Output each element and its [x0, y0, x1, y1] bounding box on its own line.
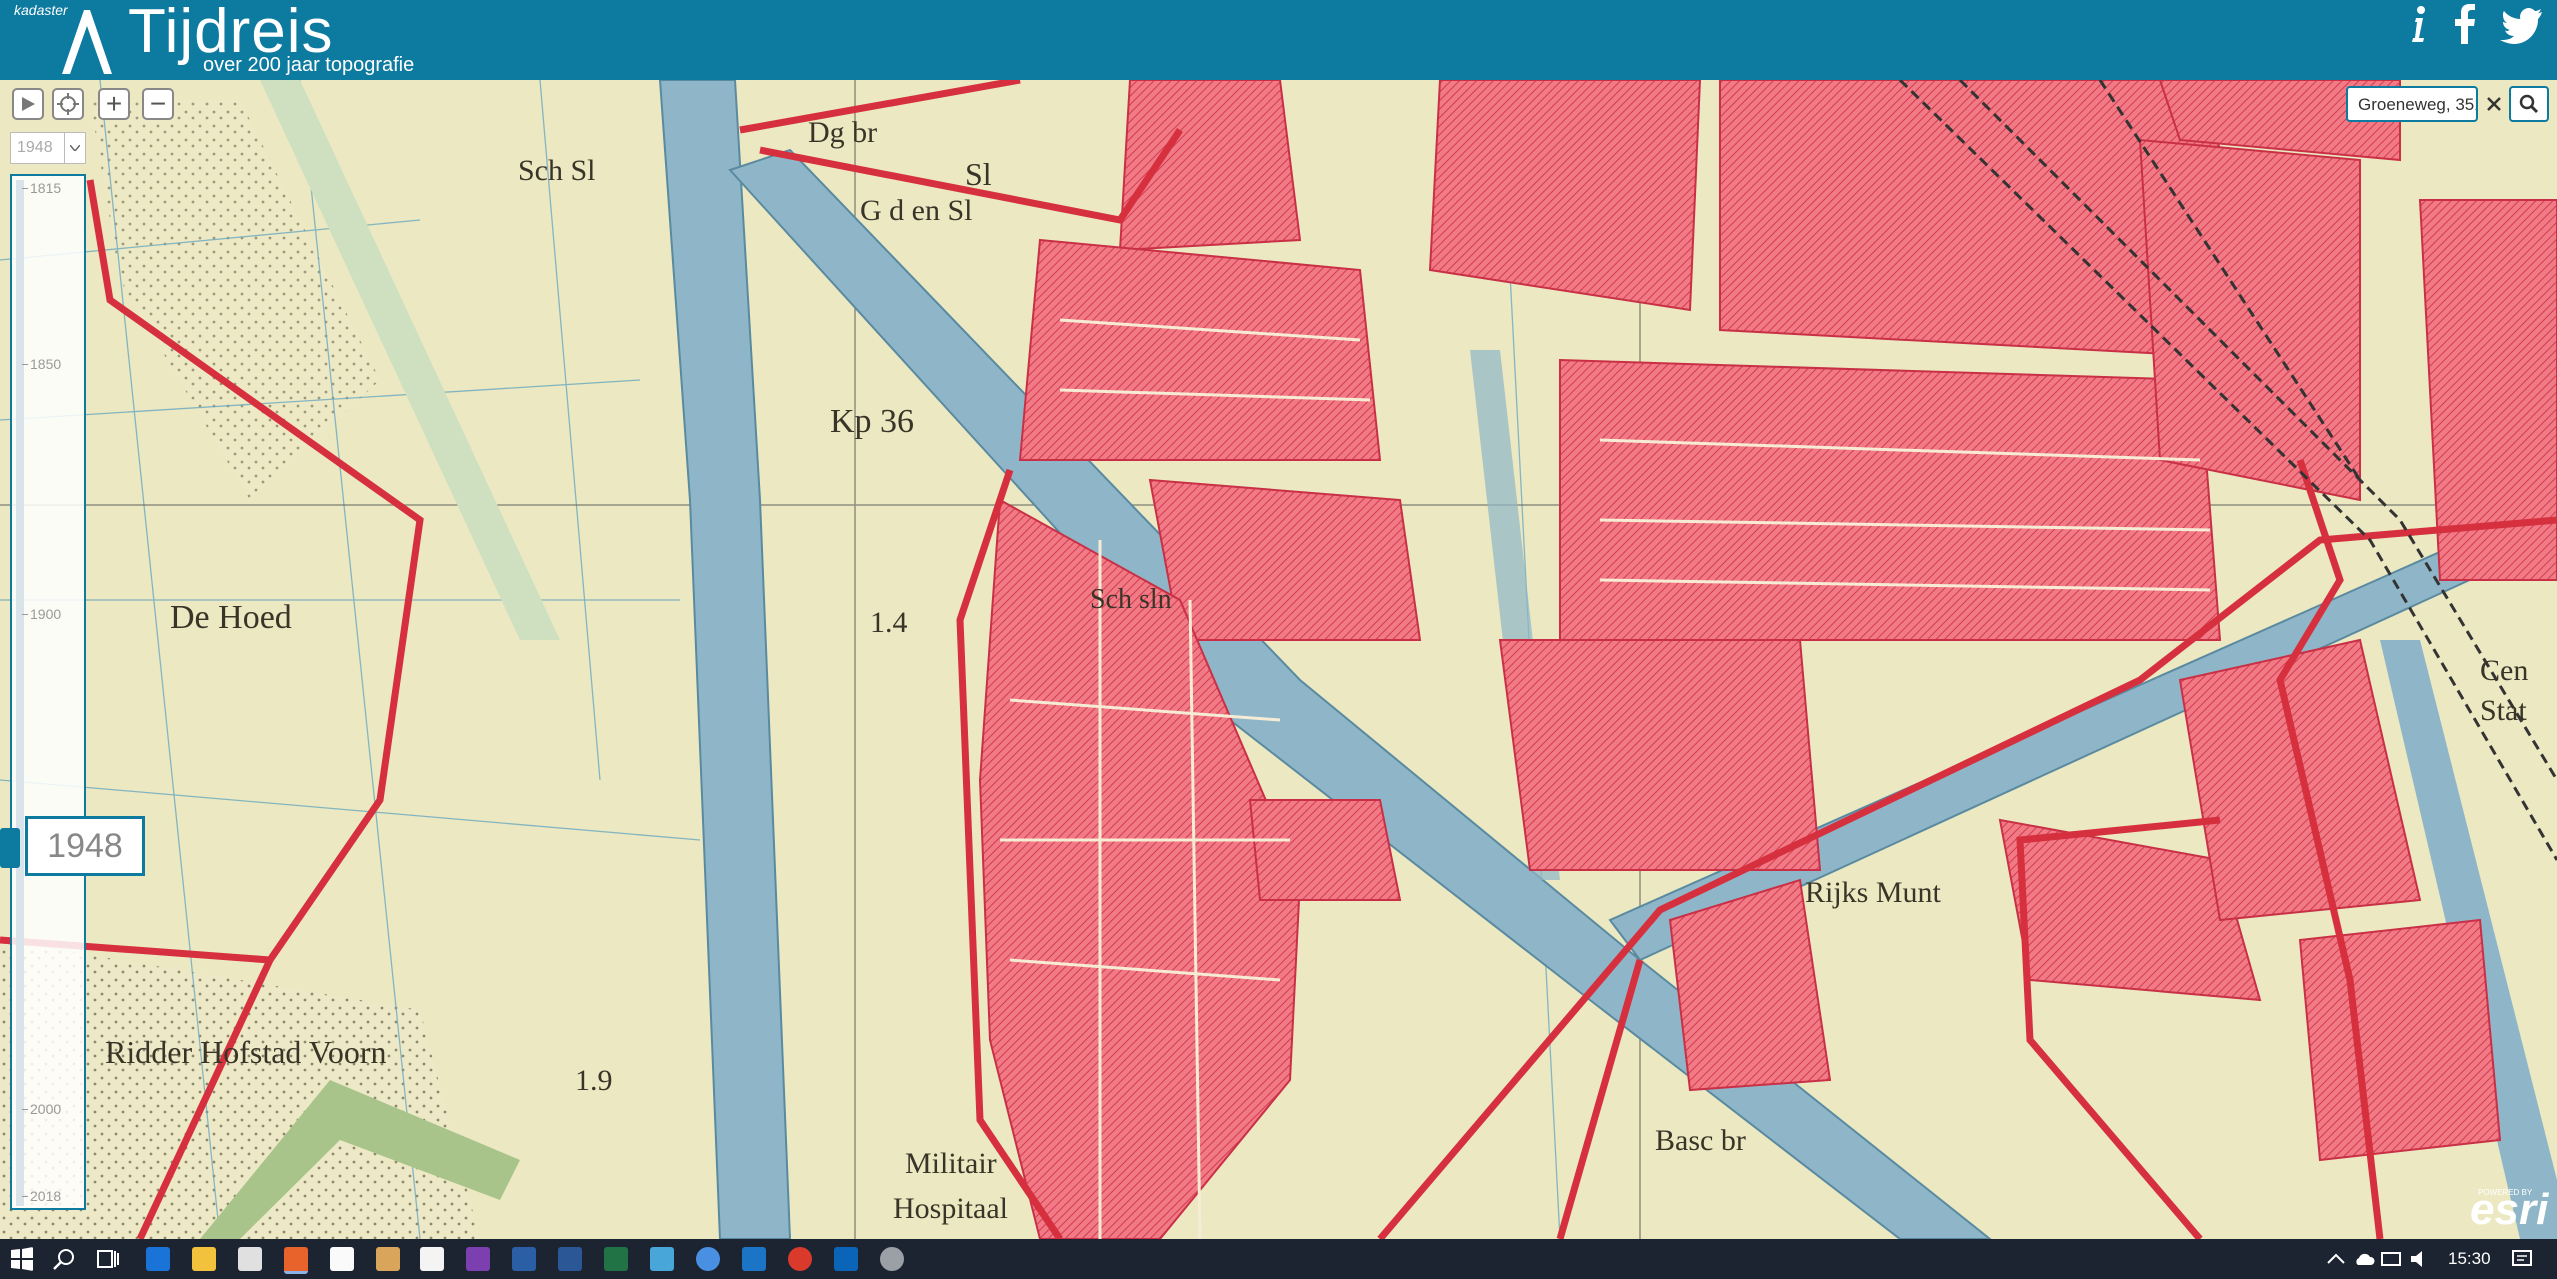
map-label-militair: Militair — [905, 1147, 997, 1180]
timeline-handle[interactable] — [0, 828, 20, 868]
chevron-up-icon[interactable] — [2324, 1247, 2348, 1271]
esri-logo[interactable]: esri — [2470, 1185, 2548, 1235]
excel-icon[interactable] — [604, 1247, 628, 1271]
twitter-icon[interactable] — [2500, 4, 2544, 44]
year-select[interactable]: 1948 — [10, 132, 86, 164]
map-label-1-4: 1.4 — [870, 606, 908, 639]
map-label-ridder: Ridder Hofstad Voorn — [105, 1034, 386, 1070]
locate-button[interactable] — [52, 88, 84, 120]
facebook-icon[interactable] — [2452, 4, 2478, 44]
map-label-sch-sl: Sch Sl — [518, 154, 596, 187]
app-icon[interactable] — [696, 1247, 720, 1271]
map-label-gd-en-sl: G d en Sl — [860, 194, 973, 227]
zoom-out-button[interactable]: − — [142, 88, 174, 120]
map-label-de-hoed: De Hoed — [170, 599, 292, 636]
app-icon[interactable] — [742, 1247, 766, 1271]
year-select-value: 1948 — [17, 139, 53, 156]
mail-icon[interactable] — [420, 1247, 444, 1271]
outlook-icon[interactable] — [834, 1247, 858, 1271]
timeline-slider[interactable]: 1815 1850 1900 2000 2018 — [10, 174, 86, 1210]
map-label-dg-br: Dg br — [808, 116, 877, 149]
steam-icon[interactable] — [512, 1247, 536, 1271]
edge-icon[interactable] — [146, 1247, 170, 1271]
historical-map[interactable]: Sch Sl Dg br Sl G d en Sl Kp 36 De Hoed … — [0, 80, 2557, 1239]
word-icon[interactable] — [558, 1247, 582, 1271]
map-label-stat: Stat — [2480, 694, 2527, 727]
map-label-basc-br: Basc br — [1655, 1124, 1746, 1157]
chevron-down-icon — [64, 133, 85, 163]
volume-icon[interactable] — [2408, 1247, 2432, 1271]
search-input[interactable]: Groeneweg, 3511 — [2346, 86, 2478, 122]
windows-start-icon[interactable] — [10, 1247, 34, 1271]
library-icon[interactable] — [376, 1247, 400, 1271]
search-button[interactable] — [2509, 86, 2549, 122]
app-icon[interactable] — [650, 1247, 674, 1271]
task-view-icon[interactable] — [96, 1247, 120, 1271]
timeline-tick: 2000 — [21, 1101, 62, 1117]
store-icon[interactable] — [238, 1247, 262, 1271]
app-header: kadaster Tijdreis over 200 jaar topograf… — [0, 0, 2557, 80]
notifications-icon[interactable] — [2510, 1247, 2534, 1271]
locate-icon — [57, 93, 79, 115]
timeline-tick: 2018 — [21, 1188, 62, 1204]
timeline-tick: 1850 — [21, 356, 62, 372]
kadaster-logo-icon[interactable] — [56, 4, 114, 78]
app-icon[interactable] — [330, 1247, 354, 1271]
search-icon — [2519, 94, 2539, 114]
search-icon[interactable] — [52, 1247, 76, 1271]
map-label-kp: Kp 36 — [830, 403, 914, 440]
map-label-rijks-munt: Rijks Munt — [1805, 876, 1942, 909]
play-icon — [22, 97, 35, 111]
cloud-icon[interactable] — [2352, 1247, 2376, 1271]
search-clear-button[interactable] — [2480, 86, 2508, 122]
app-icon[interactable] — [880, 1247, 904, 1271]
close-icon — [2487, 97, 2501, 111]
file-explorer-icon[interactable] — [192, 1247, 216, 1271]
map-label-1-9: 1.9 — [575, 1064, 613, 1097]
app-subtitle: over 200 jaar topografie — [203, 54, 415, 76]
network-icon[interactable] — [2380, 1247, 2404, 1271]
map-label-sch-sln: Sch sln — [1090, 584, 1172, 615]
map-label-sl: Sl — [965, 156, 992, 192]
map-label-hospitaal: Hospitaal — [893, 1192, 1008, 1225]
firefox-icon[interactable] — [284, 1247, 308, 1274]
timeline-tick: 1900 — [21, 606, 62, 622]
onenote-icon[interactable] — [466, 1247, 490, 1271]
taskbar-clock[interactable]: 15:30 — [2448, 1249, 2491, 1269]
timeline-track[interactable] — [16, 180, 24, 1206]
play-button[interactable] — [12, 88, 44, 120]
current-year-display: 1948 — [25, 816, 145, 876]
map-label-cen: Cen — [2480, 654, 2528, 687]
info-icon[interactable] — [2404, 4, 2432, 44]
timeline-tick: 1815 — [21, 180, 62, 196]
zoom-in-button[interactable]: + — [98, 88, 130, 120]
app-icon[interactable] — [788, 1247, 812, 1271]
